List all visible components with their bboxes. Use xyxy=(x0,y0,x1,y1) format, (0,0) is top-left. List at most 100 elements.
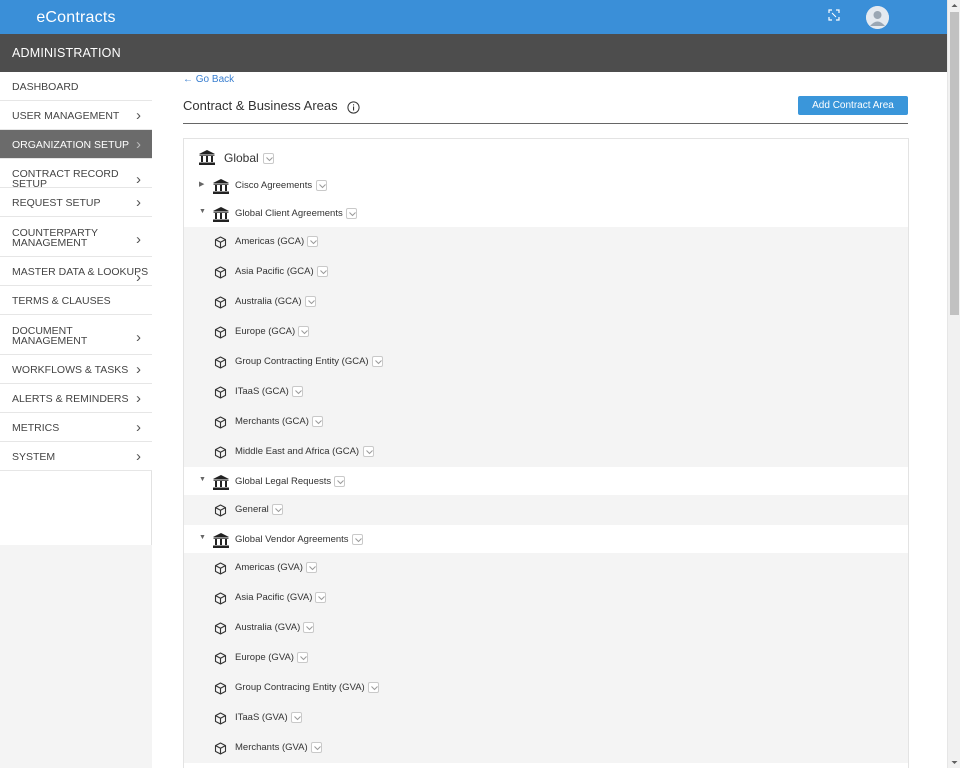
collapse-arrow-icon[interactable]: ▼ xyxy=(199,534,206,541)
sidebar-item[interactable]: USER MANAGEMENT› xyxy=(0,101,152,130)
sidebar-item-label: DASHBOARD xyxy=(12,82,79,92)
tree-node-label: Asia Pacific (GVA) xyxy=(235,592,312,603)
tree-area-row[interactable]: ITaaS (GCA) xyxy=(184,377,908,407)
dropdown-icon[interactable] xyxy=(317,266,328,277)
scroll-thumb[interactable] xyxy=(950,12,959,315)
dropdown-icon[interactable] xyxy=(315,592,326,603)
tree-group-row[interactable]: ▼Global Legal Requests xyxy=(184,467,908,495)
tree-node-label: Merchants (GCA) xyxy=(235,416,309,427)
sidebar-item-label: SYSTEM xyxy=(12,452,55,462)
go-back-link[interactable]: ← Go Back xyxy=(183,74,234,85)
dropdown-icon[interactable] xyxy=(292,386,303,397)
tree-node-label: Cisco Agreements xyxy=(235,180,312,191)
dropdown-icon[interactable] xyxy=(312,416,323,427)
sidebar-item[interactable]: DASHBOARD xyxy=(0,72,152,101)
sidebar-item-label: CONTRACT RECORD SETUP xyxy=(12,169,152,189)
page-scrollbar[interactable] xyxy=(947,0,960,768)
dropdown-icon[interactable] xyxy=(272,504,283,515)
fullscreen-icon[interactable] xyxy=(826,7,842,23)
cube-icon xyxy=(214,712,227,725)
chevron-right-icon: › xyxy=(136,361,141,378)
dropdown-icon[interactable] xyxy=(307,236,318,247)
sidebar-empty-area xyxy=(0,545,152,768)
tree-node-label: General xyxy=(235,504,269,515)
tree-area-row[interactable]: Asia Pacific (GCA) xyxy=(184,257,908,287)
sidebar-item[interactable]: MASTER DATA & LOOKUPS› xyxy=(0,257,152,286)
chevron-right-icon: › xyxy=(136,419,141,436)
app-logo[interactable]: eContracts xyxy=(0,0,152,34)
sidebar: DASHBOARDUSER MANAGEMENT›ORGANIZATION SE… xyxy=(0,72,152,768)
sidebar-item-label: USER MANAGEMENT xyxy=(12,111,119,121)
dropdown-icon[interactable] xyxy=(291,712,302,723)
cube-icon xyxy=(214,386,227,399)
add-contract-area-button[interactable]: Add Contract Area xyxy=(798,96,908,115)
tree-area-row[interactable]: Europe (GVA) xyxy=(184,643,908,673)
tree-area-row[interactable]: Americas (GCA) xyxy=(184,227,908,257)
sidebar-item[interactable]: TERMS & CLAUSES xyxy=(0,286,152,315)
tree-node-label: Australia (GVA) xyxy=(235,622,300,633)
tree-area-row[interactable]: Australia (GCA) xyxy=(184,287,908,317)
cube-icon xyxy=(214,416,227,429)
tree-area-row[interactable]: Europe (GCA) xyxy=(184,317,908,347)
tree-group-row[interactable]: ▼ Global Client Agreements xyxy=(184,199,908,227)
dropdown-icon[interactable] xyxy=(368,682,379,693)
bank-icon xyxy=(213,179,229,194)
sidebar-item[interactable]: REQUEST SETUP› xyxy=(0,188,152,217)
collapse-arrow-icon[interactable]: ▼ xyxy=(199,208,206,215)
sidebar-item-label: REQUEST SETUP xyxy=(12,198,101,208)
tree-node-label: Australia (GCA) xyxy=(235,296,302,307)
cube-icon xyxy=(214,356,227,369)
title-divider xyxy=(183,123,908,124)
dropdown-icon[interactable] xyxy=(297,652,308,663)
sidebar-item[interactable]: ORGANIZATION SETUP› xyxy=(0,130,152,159)
tree-area-row[interactable]: Middle East and Africa (GCA) xyxy=(184,437,908,467)
dropdown-icon[interactable] xyxy=(334,476,345,487)
tree-node-label: Europe (GCA) xyxy=(235,326,295,337)
tree-root-row[interactable]: Global xyxy=(184,142,908,172)
dropdown-icon[interactable] xyxy=(306,562,317,573)
tree-area-row[interactable]: ITaaS (GVA) xyxy=(184,703,908,733)
cube-icon xyxy=(214,562,227,575)
tree-area-row[interactable]: Group Contracting Entity (GCA) xyxy=(184,347,908,377)
cube-icon xyxy=(214,504,227,517)
sidebar-item-label: MASTER DATA & LOOKUPS xyxy=(12,267,148,277)
dropdown-icon[interactable] xyxy=(303,622,314,633)
sidebar-item[interactable]: METRICS › xyxy=(0,413,152,442)
dropdown-icon[interactable] xyxy=(316,180,327,191)
tree-area-row[interactable]: Group Contracing Entity (GVA) xyxy=(184,673,908,703)
expand-arrow-icon[interactable]: ▶ xyxy=(199,180,204,188)
tree-area-row[interactable]: Merchants (GCA) xyxy=(184,407,908,437)
tree-area-row[interactable]: General xyxy=(184,495,908,525)
dropdown-icon[interactable] xyxy=(298,326,309,337)
cube-icon xyxy=(214,592,227,605)
user-avatar-icon[interactable] xyxy=(866,6,889,29)
tree-area-row[interactable]: Australia (GVA) xyxy=(184,613,908,643)
dropdown-icon[interactable] xyxy=(305,296,316,307)
dropdown-icon[interactable] xyxy=(352,534,363,545)
sidebar-item[interactable]: ALERTS & REMINDERS› xyxy=(0,384,152,413)
sidebar-item[interactable]: CONTRACT RECORD SETUP› xyxy=(0,159,152,188)
dropdown-icon[interactable] xyxy=(346,208,357,219)
tree-area-row[interactable]: Merchants (GVA) xyxy=(184,733,908,763)
sidebar-item-label: METRICS xyxy=(12,423,59,433)
tree-group-row[interactable]: ▼Global Vendor Agreements xyxy=(184,525,908,553)
tree-area-row[interactable]: Americas (GVA) xyxy=(184,553,908,583)
tree-node-label: ITaaS (GVA) xyxy=(235,712,288,723)
collapse-arrow-icon[interactable]: ▼ xyxy=(199,476,206,483)
dropdown-icon[interactable] xyxy=(363,446,374,457)
root-dropdown-icon[interactable] xyxy=(263,153,274,164)
scroll-up-icon[interactable] xyxy=(951,2,958,9)
tree-group-row[interactable]: ▶ Cisco Agreements xyxy=(184,171,908,199)
dropdown-icon[interactable] xyxy=(311,742,322,753)
tree-area-row[interactable]: Asia Pacific (GVA) xyxy=(184,583,908,613)
sidebar-item[interactable]: COUNTERPARTY MANAGEMENT› xyxy=(0,217,152,257)
tree-node-label: Global Client Agreements xyxy=(235,208,343,219)
dropdown-icon[interactable] xyxy=(372,356,383,367)
arrow-left-icon: ← xyxy=(183,74,193,85)
sidebar-item[interactable]: SYSTEM› xyxy=(0,442,152,471)
sidebar-item[interactable]: WORKFLOWS & TASKS› xyxy=(0,355,152,384)
tree-node-label: Group Contracing Entity (GVA) xyxy=(235,682,365,693)
sidebar-item[interactable]: DOCUMENT MANAGEMENT› xyxy=(0,315,152,355)
scroll-down-icon[interactable] xyxy=(951,759,958,766)
info-icon[interactable] xyxy=(347,101,360,114)
